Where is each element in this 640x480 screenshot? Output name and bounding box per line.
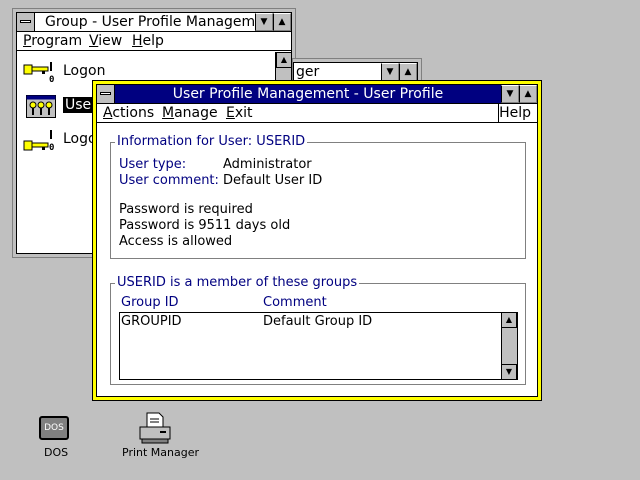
desktop-icon-dos[interactable]: DOS DOS	[30, 414, 78, 464]
user-type-label: User type:	[119, 157, 187, 172]
profile-window-title: User Profile Management - User Profile	[172, 86, 444, 102]
password-age-text: Password is 9511 days old	[119, 218, 291, 233]
key-logoff-icon: 0	[23, 130, 54, 153]
user-profile-window: User Profile Management - User Profile ▼…	[92, 80, 542, 401]
column-header-comment: Comment	[263, 295, 327, 310]
menu-help[interactable]: Help	[499, 105, 531, 121]
up-arrow-icon: ▲	[505, 315, 513, 324]
up-arrow-icon: ▲	[280, 55, 288, 64]
column-header-group-id: Group ID	[121, 295, 179, 310]
minimize-button[interactable]: ▼	[501, 85, 519, 103]
minimize-icon: ▼	[506, 89, 514, 99]
access-status-text: Access is allowed	[119, 234, 233, 249]
maximize-button[interactable]: ▲	[399, 63, 417, 81]
dos-badge: DOS	[44, 423, 64, 433]
menu-actions[interactable]: Actions	[103, 105, 154, 121]
menu-view[interactable]: View	[89, 33, 122, 49]
groups-vertical-scrollbar[interactable]: ▲ ▼	[501, 312, 517, 380]
group-membership-title: USERID is a member of these groups	[115, 275, 360, 290]
svg-text:0: 0	[49, 75, 54, 85]
user-comment-label: User comment:	[119, 173, 219, 188]
down-arrow-icon: ▼	[505, 367, 513, 376]
menu-program[interactable]: Program	[23, 33, 82, 49]
password-required-text: Password is required	[119, 202, 253, 217]
menu-manage[interactable]: Manage	[162, 105, 218, 121]
maximize-icon: ▲	[524, 89, 532, 99]
menu-exit[interactable]: Exit	[226, 105, 253, 121]
minimize-icon: ▼	[260, 17, 268, 27]
minimize-icon: ▼	[386, 67, 394, 77]
svg-text:0: 0	[49, 143, 54, 153]
system-menu-icon	[100, 92, 111, 95]
printer-icon	[139, 412, 171, 444]
user-type-value: Administrator	[223, 157, 312, 172]
background-title-bar[interactable]: ger ▼ ▲	[293, 62, 418, 81]
minimize-button[interactable]: ▼	[381, 63, 399, 81]
maximize-button[interactable]: ▲	[273, 13, 291, 31]
group-window-title: Group - User Profile Manageme	[45, 14, 255, 30]
scroll-down-button[interactable]: ▼	[501, 364, 517, 380]
group-menu-bar: Program View Help	[17, 32, 291, 51]
profile-menu-bar: Actions Manage Exit Help	[97, 104, 537, 123]
groups-listbox[interactable]: GROUPID Default Group ID ▲ ▼	[119, 312, 518, 380]
users-icon	[26, 95, 56, 118]
program-item-label: Logon	[63, 63, 106, 79]
key-logon-icon: 0	[23, 62, 54, 85]
profile-title-bar[interactable]: User Profile Management - User Profile ▼…	[97, 85, 537, 104]
maximize-icon: ▲	[404, 67, 412, 77]
background-window-title: ger	[296, 64, 320, 80]
table-row[interactable]: GROUPID Default Group ID	[120, 313, 501, 330]
minimize-button[interactable]: ▼	[255, 13, 273, 31]
user-comment-value: Default User ID	[223, 173, 323, 188]
desktop-icon-label: DOS	[44, 446, 69, 459]
group-comment-cell: Default Group ID	[263, 314, 373, 329]
scroll-up-button[interactable]: ▲	[276, 52, 292, 68]
dos-icon: DOS	[39, 416, 69, 440]
user-information-title: Information for User: USERID	[115, 134, 308, 149]
system-menu-button[interactable]	[97, 85, 115, 103]
desktop-icon-label: Print Manager	[122, 446, 200, 459]
scroll-up-button[interactable]: ▲	[501, 312, 517, 328]
maximize-button[interactable]: ▲	[519, 85, 537, 103]
desktop-icon-print-manager[interactable]: Print Manager	[118, 410, 200, 464]
menu-help[interactable]: Help	[132, 33, 164, 49]
group-title-bar[interactable]: Group - User Profile Manageme ▼ ▲	[17, 13, 291, 32]
group-id-cell: GROUPID	[121, 314, 182, 329]
group-membership-group: USERID is a member of these groups Group…	[110, 275, 526, 385]
user-information-group: Information for User: USERID User type: …	[110, 134, 526, 259]
system-menu-button[interactable]	[17, 13, 35, 31]
maximize-icon: ▲	[278, 17, 286, 27]
system-menu-icon	[20, 20, 31, 23]
